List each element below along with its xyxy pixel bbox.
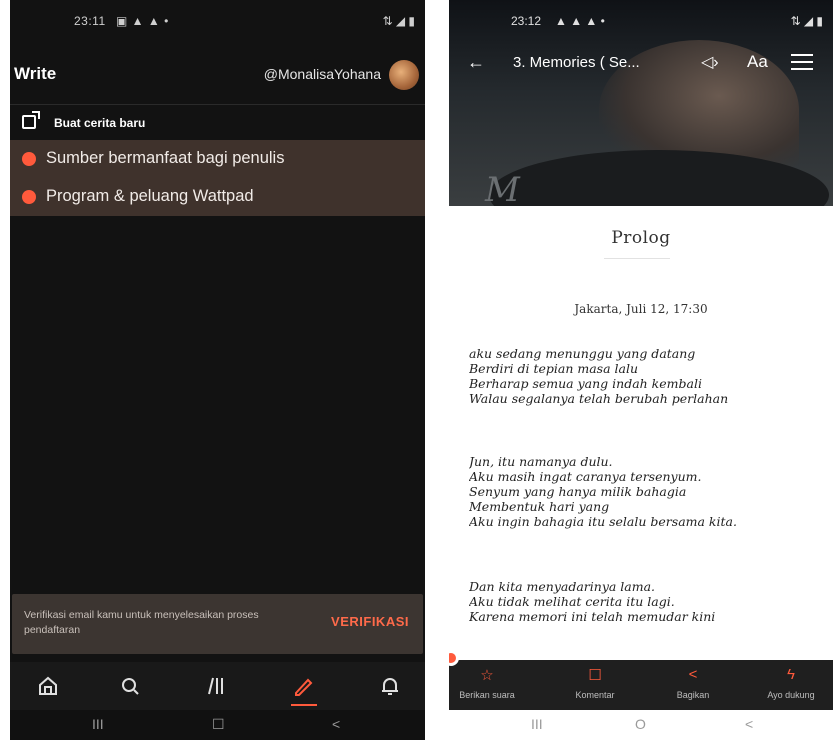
lightning-icon: ϟ (787, 666, 795, 683)
recent-apps-button[interactable]: III (531, 716, 543, 732)
system-home-button[interactable]: ☐ (212, 716, 225, 733)
menu-item-label: Program & peluang Wattpad (46, 187, 254, 205)
verify-email-banner: Verifikasi email kamu untuk menyelesaika… (12, 594, 423, 654)
story-paragraph: Jun, itu namanya dulu. Aku masih ingat c… (469, 454, 819, 529)
story-line: Berdiri di tepian masa lalu (469, 361, 639, 376)
comment-label: Komentar (575, 690, 615, 700)
write-icon[interactable] (291, 674, 317, 700)
story-line: Dan kita menyadarinya lama. (469, 579, 656, 594)
write-screen: 23:11 ▣ ▲ ▲ • ⇅ ◢ ▮ Write @MonalisaYohan… (10, 0, 425, 740)
menu-item-programs[interactable]: Program & peluang Wattpad (10, 178, 425, 216)
comment-button[interactable]: ☐ Komentar (557, 666, 633, 700)
verify-message: Verifikasi email kamu untuk menyelesaika… (24, 609, 259, 636)
system-nav: III O < (449, 710, 833, 740)
story-line: Senyum yang hanya milik bahagia (469, 484, 687, 499)
story-line: Aku masih ingat caranya tersenyum. (469, 469, 702, 484)
active-tab-indicator (291, 704, 317, 706)
status-time: 23:11 (74, 14, 106, 28)
reader-toolbar: ← 3. Memories ( Se... ◁› Aa (449, 44, 833, 84)
page-title: Write (14, 64, 57, 83)
audio-icon[interactable]: ◁› (701, 52, 719, 72)
chapter-title-dropdown[interactable]: 3. Memories ( Se... (513, 54, 640, 71)
story-paragraph: aku sedang menunggu yang datang Berdiri … (469, 346, 819, 406)
story-line: Aku ingin bahagia itu selalu bersama kit… (469, 514, 737, 529)
comment-icon: ☐ (588, 667, 602, 684)
bottom-nav (10, 662, 425, 710)
status-time: 23:12 (511, 14, 542, 28)
status-right-icons: ⇅ ◢ ▮ (790, 14, 823, 28)
star-icon: ☆ (480, 667, 494, 684)
notification-icon[interactable] (378, 674, 404, 700)
home-icon[interactable] (36, 674, 62, 700)
status-icons: ▲ ▲ ▲ • (555, 14, 605, 28)
font-settings-button[interactable]: Aa (747, 52, 768, 72)
new-story-button[interactable]: Buat cerita baru (10, 104, 425, 140)
reader-action-bar: ☆ Berikan suara ☐ Komentar < Bagikan ϟ A… (449, 660, 833, 710)
chapter-heading: Prolog (611, 228, 671, 248)
share-label: Bagikan (676, 690, 710, 700)
story-line: Berharap semua yang indah kembali (469, 376, 702, 391)
avatar[interactable] (389, 60, 419, 90)
support-label: Ayo dukung (767, 690, 815, 700)
menu-item-writer-resources[interactable]: Sumber bermanfaat bagi penulis (10, 140, 425, 178)
story-line: Walau segalanya telah berubah perlahan (469, 391, 729, 406)
support-button[interactable]: ϟ Ayo dukung (753, 666, 829, 700)
share-icon: < (688, 666, 698, 683)
table-of-contents-icon[interactable] (791, 54, 813, 72)
verify-button[interactable]: VERIFIKASI (331, 614, 409, 629)
share-button[interactable]: < Bagikan (655, 666, 731, 700)
new-story-label: Buat cerita baru (54, 116, 146, 130)
resource-menu: Sumber bermanfaat bagi penulis Program &… (10, 140, 425, 216)
status-right-icons: ⇅ ◢ ▮ (382, 14, 415, 28)
vote-button[interactable]: ☆ Berikan suara (449, 666, 525, 700)
library-icon[interactable] (204, 674, 230, 700)
system-back-button[interactable]: < (745, 716, 753, 732)
system-home-button[interactable]: O (635, 716, 646, 732)
search-icon[interactable] (118, 674, 144, 700)
story-line: aku sedang menunggu yang datang (469, 346, 696, 361)
system-back-button[interactable]: < (332, 716, 340, 732)
status-icons: ▣ ▲ ▲ • (116, 14, 169, 28)
story-line: Karena memori ini telah memudar kini (469, 609, 716, 624)
status-bar: 23:11 ▣ ▲ ▲ • ⇅ ◢ ▮ (10, 0, 425, 46)
story-line: Jun, itu namanya dulu. (469, 454, 613, 469)
new-story-icon (22, 111, 40, 129)
story-line: Membentuk hari yang (469, 499, 610, 514)
writer-resources-icon (22, 152, 36, 166)
system-nav: III ☐ < (10, 710, 425, 740)
vote-label: Berikan suara (459, 690, 515, 700)
cover-watermark: M (485, 170, 520, 206)
username-link[interactable]: @MonalisaYohana (264, 66, 381, 82)
menu-item-label: Sumber bermanfaat bagi penulis (46, 149, 285, 167)
reader-screen: M 23:12 ▲ ▲ ▲ • ⇅ ◢ ▮ ← 3. Memories ( Se… (449, 0, 833, 740)
write-header: Write @MonalisaYohana (10, 46, 425, 104)
story-paragraph: Dan kita menyadarinya lama. Aku tidak me… (469, 579, 819, 624)
status-bar: 23:12 ▲ ▲ ▲ • ⇅ ◢ ▮ (449, 0, 833, 42)
programs-icon (22, 190, 36, 204)
heading-divider (604, 258, 670, 259)
story-line: Aku tidak melihat cerita itu lagi. (469, 594, 675, 609)
back-arrow-icon[interactable]: ← (467, 52, 485, 73)
recent-apps-button[interactable]: III (92, 716, 104, 732)
date-line: Jakarta, Juli 12, 17:30 (574, 302, 708, 316)
